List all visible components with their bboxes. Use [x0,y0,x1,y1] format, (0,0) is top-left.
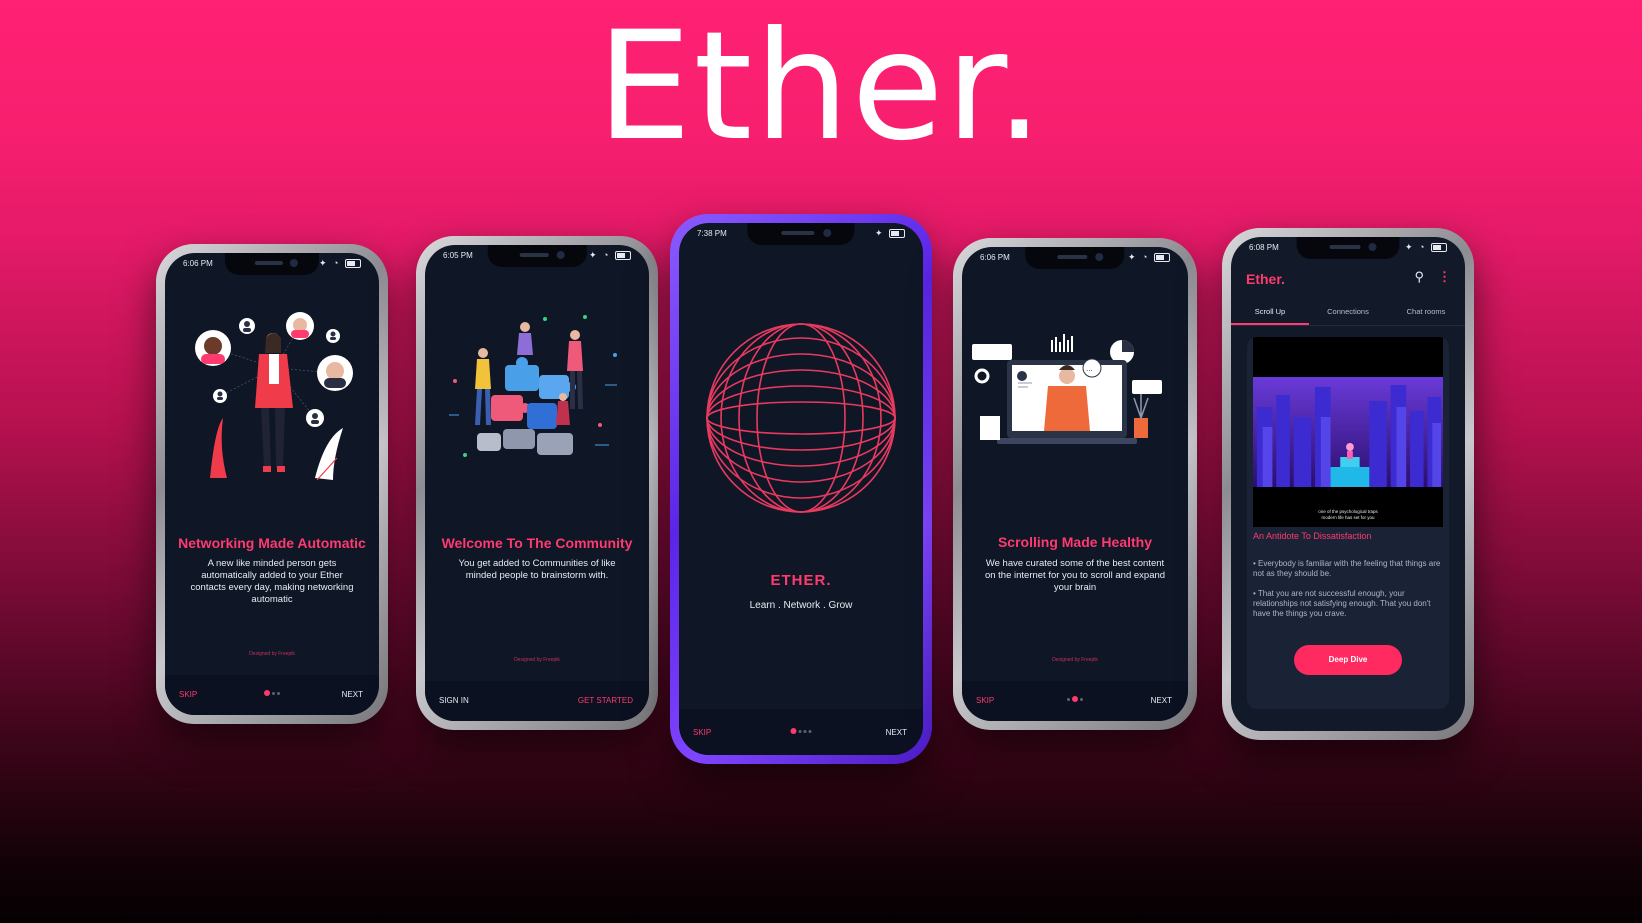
onboarding-nav: SKIP NEXT [962,681,1188,721]
search-icon[interactable]: ⚲ [1414,269,1424,284]
battery-icon [615,251,631,261]
skip-button[interactable]: SKIP [976,696,994,705]
status-time: 6:06 PM [183,259,213,268]
wireframe-globe [706,323,896,513]
onboarding-title: Scrolling Made Healthy [997,534,1153,550]
onboarding-nav: SKIP NEXT [165,675,379,715]
svg-text:...: ... [1086,364,1093,373]
next-button[interactable]: NEXT [886,728,907,737]
onboarding-description: We have curated some of the best content… [984,558,1166,593]
phone-feed: 6:08 PM ✦ ◔ Ether. ⚲ ⋮ Scroll Up Connecti… [1222,228,1474,740]
get-started-button[interactable]: GET STARTED [578,696,633,705]
more-menu-icon[interactable]: ⋮ [1438,269,1451,284]
article-bullet: • Everybody is familiar with the feeling… [1253,559,1441,578]
phone-screen: 6:06 PM ✦ ◔ ... Scrolling Made Healthy W… [962,247,1188,721]
app-actions: ⚲ ⋮ [1414,269,1451,285]
phone-scrolling: 6:06 PM ✦ ◔ ... Scrolling Made Healthy W… [953,238,1197,730]
onboarding-nav: SKIP NEXT [679,709,923,755]
splash-tagline: Learn . Network . Grow [749,600,853,611]
phone-splash: 7:38 PM ✦ ETHER. Learn . Network . Grow … [670,214,932,764]
skip-button[interactable]: SKIP [693,728,711,737]
illustration-credit[interactable]: Designed by Freepik [165,651,379,657]
article-bullet: • That you are not successful enough, yo… [1253,589,1431,618]
page-indicator [1067,696,1083,702]
status-icons: ✦ ◔ [1128,252,1170,263]
tab-chat-rooms[interactable]: Chat rooms [1387,299,1465,325]
page-indicator [264,690,280,696]
networking-illustration [195,312,353,481]
skip-button[interactable]: SKIP [179,690,197,699]
onboarding-nav: SIGN IN GET STARTED [425,681,649,721]
page-indicator [790,728,812,734]
onboarding-title: Welcome To The Community [441,535,633,551]
status-time: 6:06 PM [980,253,1010,262]
status-bar: 6:06 PM ✦ ◔ [183,257,361,273]
video-content-illustration: ... [972,334,1162,444]
status-time: 7:38 PM [697,229,727,238]
onboarding-description: You get added to Communities of like min… [458,558,616,581]
phone-screen: 6:06 PM ✦ ◔ Networking Made Automatic A … [165,253,379,715]
app-logo: Ether. [1246,271,1285,287]
status-bar: 6:06 PM ✦ ◔ [980,251,1170,267]
status-bar: 6:08 PM ✦ ◔ [1249,241,1447,257]
phone-community: 6:05 PM ✦ ◔ Welcome To The Community You… [416,236,658,730]
phone-networking: 6:06 PM ✦ ◔ Networking Made Automatic A … [156,244,388,724]
status-icons: ✦ ◔ [1405,242,1447,253]
puzzle-community-illustration [449,315,617,457]
status-icons: ✦ [875,228,905,239]
status-time: 6:08 PM [1249,243,1279,252]
onboarding-title: Networking Made Automatic [178,535,366,551]
illustration-credit[interactable]: Designed by Freepik [962,657,1188,663]
tab-scroll-up[interactable]: Scroll Up [1231,299,1309,325]
phone-screen: 7:38 PM ✦ ETHER. Learn . Network . Grow … [679,223,923,755]
status-bar: 6:05 PM ✦ ◔ [443,249,631,265]
status-icons: ✦ ◔ [589,250,631,261]
battery-icon [889,229,905,239]
splash-title: ETHER. [770,572,832,589]
next-button[interactable]: NEXT [342,690,363,699]
video-caption: one of the psychological traps modern li… [1318,509,1378,521]
city-thumbnail [1253,377,1443,487]
sign-in-button[interactable]: SIGN IN [439,696,469,705]
next-button[interactable]: NEXT [1151,696,1172,705]
hero-title: Ether. [596,0,1046,174]
phone-screen: 6:08 PM ✦ ◔ Ether. ⚲ ⋮ Scroll Up Connecti… [1231,237,1465,731]
tab-connections[interactable]: Connections [1309,299,1387,325]
content-card: one of the psychological traps modern li… [1247,337,1449,709]
article-title[interactable]: An Antidote To Dissatisfaction [1253,531,1371,541]
status-bar: 7:38 PM ✦ [697,227,905,243]
phone-screen: 6:05 PM ✦ ◔ Welcome To The Community You… [425,245,649,721]
battery-icon [345,259,361,269]
battery-icon [1431,243,1447,253]
status-icons: ✦ ◔ [319,258,361,269]
video-player[interactable]: one of the psychological traps modern li… [1253,337,1443,527]
onboarding-description: A new like minded person gets automatica… [190,558,354,605]
battery-icon [1154,253,1170,263]
status-time: 6:05 PM [443,251,473,260]
illustration-credit[interactable]: Designed by Freepik [425,657,649,663]
tab-bar: Scroll Up Connections Chat rooms [1231,299,1465,326]
deep-dive-button[interactable]: Deep Dive [1294,645,1402,675]
